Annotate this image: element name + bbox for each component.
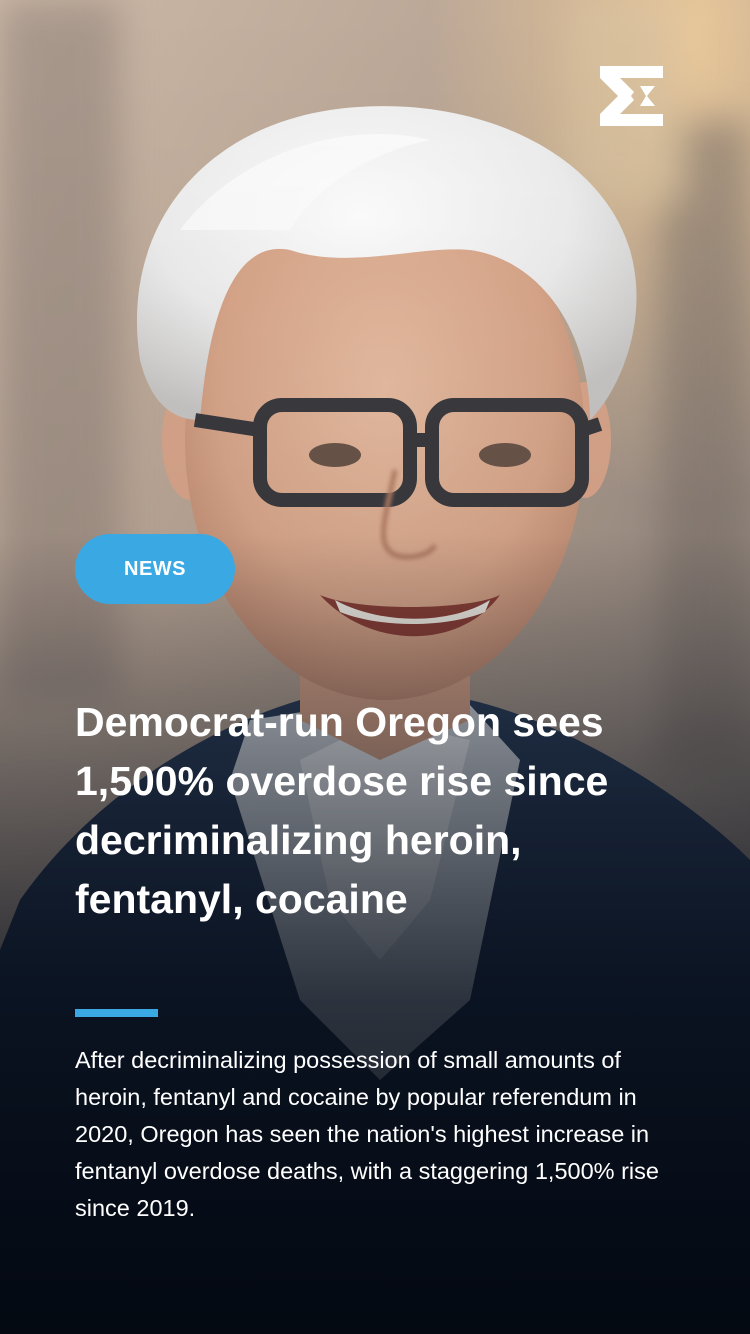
- article-summary: After decriminalizing possession of smal…: [75, 1047, 659, 1221]
- brand-logo-icon[interactable]: [600, 66, 663, 126]
- headline: Democrat-run Oregon sees 1,500% overdose…: [75, 699, 609, 922]
- category-badge-label: NEWS: [124, 557, 186, 580]
- category-badge[interactable]: NEWS: [75, 534, 235, 604]
- accent-divider: [75, 1009, 158, 1017]
